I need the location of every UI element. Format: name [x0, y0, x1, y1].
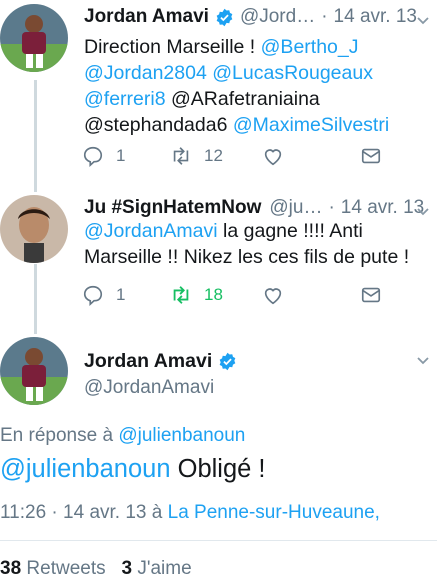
avatar[interactable] — [0, 195, 68, 263]
likes-stat[interactable]: 3 J'aime — [121, 558, 191, 579]
tweet-text: @JordanAmavi la gagne !!!! Anti Marseill… — [84, 218, 424, 270]
like-icon — [264, 288, 282, 305]
tweet-header: Ju #SignHatemNow @ju… · 14 avr. 13 — [84, 197, 424, 219]
message-icon — [361, 148, 381, 164]
retweet-count: 12 — [204, 146, 223, 165]
retweets-count: 38 — [0, 558, 22, 579]
tweet-meta: 11:26 · 14 avr. 13 à La Penne-sur-Huveau… — [0, 502, 380, 524]
tweet-actions: 1 18 — [82, 284, 382, 306]
tweet-header: Jordan Amavi @Jord… · 14 avr. 13 — [84, 6, 417, 28]
chevron-down-icon[interactable] — [415, 203, 431, 219]
tweet-actions: 1 12 — [82, 145, 382, 167]
mention-link[interactable]: @LucasRougeaux — [212, 62, 373, 84]
text-segment: la gagne !!!! Anti — [223, 220, 363, 242]
reply-prefix: En réponse à — [0, 425, 114, 446]
chevron-down-icon[interactable] — [415, 352, 431, 368]
location-prefix: à — [151, 502, 163, 523]
like-icon — [264, 149, 282, 166]
retweets-stat[interactable]: 38 Retweets — [0, 558, 106, 579]
thread-line-2 — [34, 264, 37, 334]
tweet-text: Direction Marseille ! @Bertho_J @Jordan2… — [84, 34, 424, 138]
display-name[interactable]: Jordan Amavi — [84, 6, 209, 28]
reply-icon — [83, 285, 103, 306]
tweet-time: 11:26 — [0, 502, 47, 523]
separator-dot: · — [321, 6, 328, 27]
reply-to-link[interactable]: @julienbanoun — [118, 425, 245, 446]
like-button[interactable] — [262, 284, 360, 306]
tweet-date[interactable]: 14 avr. 13 — [341, 197, 424, 219]
chevron-down-icon[interactable] — [415, 12, 431, 28]
retweets-label: Retweets — [26, 558, 106, 579]
location-link[interactable]: La Penne-sur-Huveaune, — [168, 502, 380, 523]
mention-link[interactable]: @ferreri8 — [84, 88, 166, 110]
message-icon — [361, 287, 381, 303]
reply-button[interactable]: 1 — [82, 145, 170, 167]
display-name[interactable]: Jordan Amavi — [84, 350, 212, 373]
separator-dot: · — [51, 502, 58, 523]
retweet-icon — [173, 147, 189, 165]
tweet-stats: 38 Retweets 3 J'aime — [0, 558, 192, 580]
handle[interactable]: @JordanAmavi — [84, 377, 214, 399]
mention-link[interactable]: @julienbanoun — [0, 455, 171, 483]
reply-count: 1 — [116, 285, 126, 304]
retweet-button[interactable]: 18 — [170, 284, 262, 306]
message-button[interactable] — [360, 284, 382, 306]
separator-dot: · — [328, 197, 335, 218]
retweet-icon — [173, 286, 189, 304]
thread-line-1 — [34, 80, 37, 192]
divider — [0, 540, 437, 541]
reply-button[interactable]: 1 — [82, 284, 170, 306]
message-button[interactable] — [360, 145, 382, 167]
likes-label: J'aime — [137, 558, 192, 579]
retweet-button[interactable]: 12 — [170, 145, 262, 167]
avatar[interactable] — [0, 337, 68, 405]
handle[interactable]: @ju… — [269, 197, 322, 219]
reply-icon — [83, 146, 103, 167]
verified-icon — [216, 8, 233, 26]
text-segment: @stephandada6 — [84, 114, 228, 136]
avatar[interactable] — [0, 4, 68, 72]
main-tweet-header: Jordan Amavi — [84, 350, 243, 373]
reply-count: 1 — [116, 146, 126, 165]
retweet-count: 18 — [204, 285, 223, 304]
handle[interactable]: @Jord… — [240, 6, 315, 28]
display-name[interactable]: Ju #SignHatemNow — [84, 197, 261, 219]
verified-icon — [219, 352, 236, 371]
mention-link[interactable]: @JordanAmavi — [84, 220, 218, 242]
like-button[interactable] — [262, 145, 360, 167]
text-segment: Direction Marseille ! — [84, 36, 256, 58]
text-segment: Obligé ! — [177, 455, 266, 483]
text-segment: Marseille !! Nikez les ces fils de pute … — [84, 246, 410, 268]
mention-link[interactable]: @Jordan2804 — [84, 62, 207, 84]
text-segment: @ARafetraniaina — [170, 88, 320, 110]
main-tweet-text: @julienbanoun Obligé ! — [0, 455, 266, 484]
mention-link[interactable]: @MaximeSilvestri — [233, 114, 389, 136]
mention-link[interactable]: @Bertho_J — [261, 36, 359, 58]
reply-context: En réponse à @julienbanoun — [0, 425, 245, 447]
tweet-date[interactable]: 14 avr. 13 — [334, 6, 417, 28]
likes-count: 3 — [121, 558, 133, 579]
tweet-date: 14 avr. 13 — [63, 502, 147, 523]
